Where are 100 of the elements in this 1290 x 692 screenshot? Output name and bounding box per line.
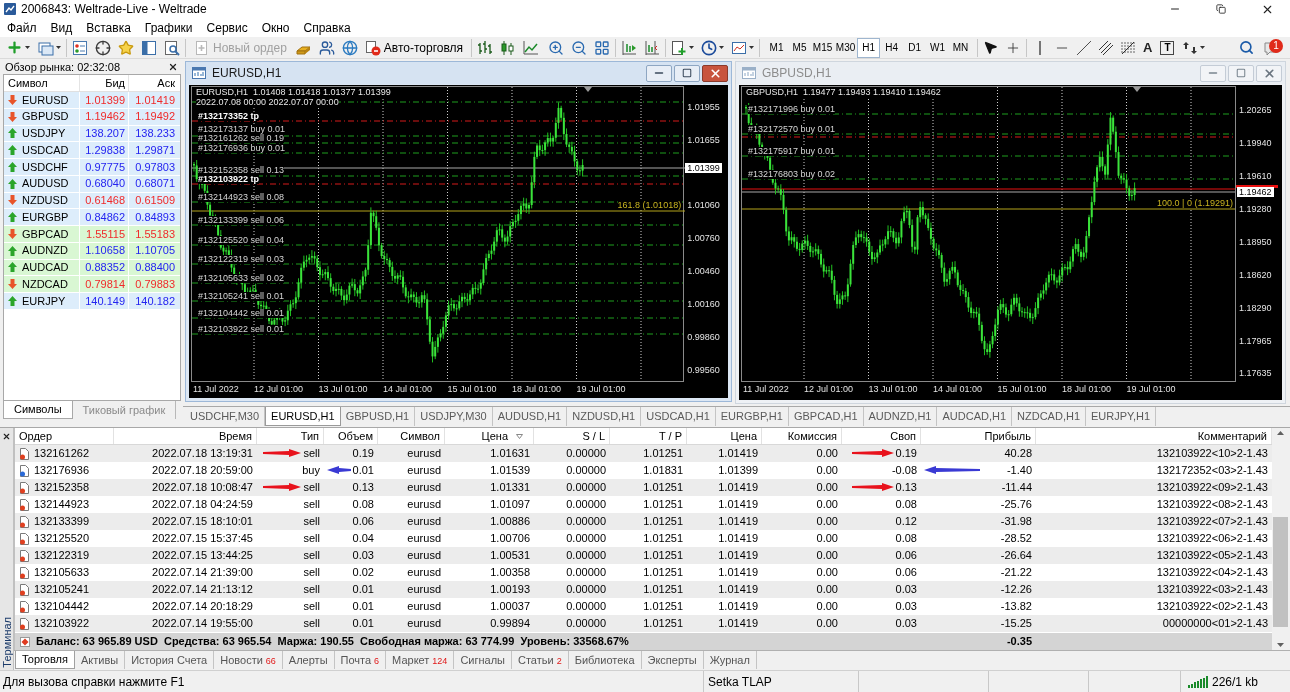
table-row[interactable]: 132133399 2022.07.15 18:10:01 sell 0.06 eurusd 1.00886 0.00000 1.01251 1.01419 0.00 0.12 -31.98 132103922<07>2-1.43: [15, 513, 1272, 530]
scroll-down-icon[interactable]: [1277, 643, 1284, 647]
column-header[interactable]: Тип: [257, 428, 324, 444]
menu-item[interactable]: Справка: [296, 19, 358, 36]
menu-item[interactable]: Файл: [0, 19, 44, 36]
triangle-marker-icon[interactable]: [584, 87, 592, 92]
chart-tab[interactable]: NZDCAD,H1: [1012, 407, 1086, 426]
terminal-tab[interactable]: Новости 66: [214, 651, 283, 669]
quote-row[interactable]: EURJPY 140.149 140.182: [4, 293, 180, 310]
chart-tab[interactable]: GBPUSD,H1: [340, 407, 416, 426]
timeframe-button[interactable]: M30: [834, 37, 858, 58]
zoom-in-icon[interactable]: [548, 39, 565, 56]
terminal-tab[interactable]: Журнал: [703, 651, 757, 669]
column-header[interactable]: Символ: [4, 75, 80, 91]
menu-item[interactable]: Вид: [43, 19, 80, 36]
minimize-button[interactable]: [646, 64, 672, 82]
terminal-tab[interactable]: Маркет 124: [386, 651, 455, 669]
caret-icon[interactable]: [56, 46, 61, 49]
menu-item[interactable]: Вставка: [79, 19, 138, 36]
column-header[interactable]: T / P: [610, 428, 687, 444]
timeframe-button[interactable]: H4: [880, 37, 904, 58]
chart-tab[interactable]: NZDUSD,H1: [567, 407, 642, 426]
chart-tab[interactable]: USDJPY,M30: [415, 407, 493, 426]
timeframe-button[interactable]: W1: [926, 37, 950, 58]
stop-sign-icon[interactable]: [364, 39, 381, 56]
grid-icon[interactable]: [594, 39, 611, 56]
terminal-tab[interactable]: Торговля: [15, 651, 75, 669]
panel-tab[interactable]: Символы: [3, 401, 73, 419]
scrollbar[interactable]: [1272, 428, 1289, 650]
chart-tab[interactable]: GBPCAD,H1: [788, 407, 864, 426]
timeframe-button[interactable]: M1: [765, 37, 789, 58]
table-row[interactable]: 132103922 2022.07.14 19:55:00 sell 0.01 eurusd 0.99894 0.00000 1.01251 1.01419 0.00 0.03 -15.25 00000000<01>2-1.43: [15, 615, 1272, 632]
caret-icon[interactable]: [1200, 46, 1206, 49]
quote-row[interactable]: USDCHF 0.97775 0.97803: [4, 159, 180, 176]
users-icon[interactable]: [318, 39, 335, 56]
caret-icon[interactable]: [689, 46, 695, 49]
quote-row[interactable]: EURGBP 0.84862 0.84893: [4, 209, 180, 226]
channel-icon[interactable]: [1098, 39, 1115, 56]
timeframe-button[interactable]: M15: [811, 37, 835, 58]
quote-row[interactable]: NZDCAD 0.79814 0.79883: [4, 276, 180, 293]
crosshair-icon[interactable]: [95, 39, 111, 56]
trend-line-icon[interactable]: [1076, 39, 1093, 56]
line-chart-icon[interactable]: [523, 39, 540, 56]
column-header[interactable]: Своп: [842, 428, 921, 444]
column-header[interactable]: Комиссия: [762, 428, 842, 444]
column-header[interactable]: Ордер: [15, 428, 114, 444]
text-label-tool[interactable]: T: [1160, 40, 1175, 55]
star-icon[interactable]: [118, 39, 134, 56]
chart-tab[interactable]: EURGBP,H1: [715, 407, 789, 426]
terminal-tab[interactable]: Статьи 2: [512, 651, 569, 669]
scrollbar-thumb[interactable]: [1273, 517, 1288, 627]
text-tool[interactable]: A: [1143, 40, 1153, 55]
close-button[interactable]: [702, 64, 728, 82]
table-row[interactable]: 132161262 2022.07.18 13:19:31 sell 0.19 eurusd 1.01631 0.00000 1.01251 1.01419 0.00 0.19 40.28 132103922<10>2-1.43: [15, 445, 1272, 462]
quote-row[interactable]: USDCAD 1.29838 1.29871: [4, 142, 180, 159]
column-header[interactable]: Цена: [687, 428, 762, 444]
table-row[interactable]: 132122319 2022.07.15 13:44:25 sell 0.03 eurusd 1.00531 0.00000 1.01251 1.01419 0.00 0.06 -26.64 132103922<05>2-1.43: [15, 547, 1272, 564]
column-header[interactable]: Цена: [445, 428, 534, 444]
quote-row[interactable]: EURUSD 1.01399 1.01419: [4, 92, 180, 109]
chart-tab[interactable]: AUDCAD,H1: [937, 407, 1013, 426]
column-header[interactable]: Символ: [378, 428, 445, 444]
menu-item[interactable]: Сервис: [199, 19, 255, 36]
caret-icon[interactable]: [719, 46, 725, 49]
panel-icon[interactable]: [141, 39, 157, 56]
bar-chart-icon[interactable]: [477, 39, 494, 56]
clock-icon[interactable]: [701, 39, 718, 56]
column-header[interactable]: S / L: [534, 428, 610, 444]
chart-scroll-icon[interactable]: [621, 39, 638, 56]
terminal-tab[interactable]: Алерты: [282, 651, 335, 669]
timeframe-button[interactable]: MN: [949, 37, 973, 58]
arrows-icon[interactable]: [1182, 39, 1199, 56]
chart-tab[interactable]: USDCAD,H1: [641, 407, 716, 426]
template-icon[interactable]: [731, 39, 748, 56]
close-icon[interactable]: [168, 61, 178, 72]
magnifier-icon[interactable]: [164, 39, 180, 56]
menu-item[interactable]: Графики: [137, 19, 200, 36]
scroll-up-icon[interactable]: [1277, 431, 1284, 435]
auto-trading-button[interactable]: Авто-торговля: [361, 37, 467, 58]
document-plus-icon[interactable]: [671, 39, 688, 56]
terminal-tab[interactable]: Эксперты: [641, 651, 704, 669]
search-icon[interactable]: [1239, 40, 1254, 55]
chart-tab[interactable]: EURJPY,H1: [1086, 407, 1157, 426]
caret-icon[interactable]: [25, 46, 30, 49]
quote-row[interactable]: GBPCAD 1.55115 1.55183: [4, 226, 180, 243]
triangle-marker-icon[interactable]: [1133, 87, 1141, 92]
terminal-tab[interactable]: Активы: [74, 651, 126, 669]
column-header[interactable]: Время: [114, 428, 257, 444]
chart-tab[interactable]: AUDUSD,H1: [492, 407, 568, 426]
cursor-icon[interactable]: [983, 40, 999, 55]
timeframe-button[interactable]: H1: [857, 37, 881, 58]
caret-icon[interactable]: [749, 46, 755, 49]
terminal-tab[interactable]: Библиотека: [568, 651, 642, 669]
window-list-icon[interactable]: [72, 39, 88, 56]
column-header[interactable]: Аск: [129, 75, 178, 91]
column-header[interactable]: Объем: [324, 428, 378, 444]
candlestick-icon[interactable]: [500, 39, 517, 56]
column-header[interactable]: Бид: [80, 75, 129, 91]
terminal-tab[interactable]: Сигналы: [454, 651, 512, 669]
chart-shift-icon[interactable]: [644, 39, 661, 56]
timeframe-button[interactable]: M5: [788, 37, 812, 58]
